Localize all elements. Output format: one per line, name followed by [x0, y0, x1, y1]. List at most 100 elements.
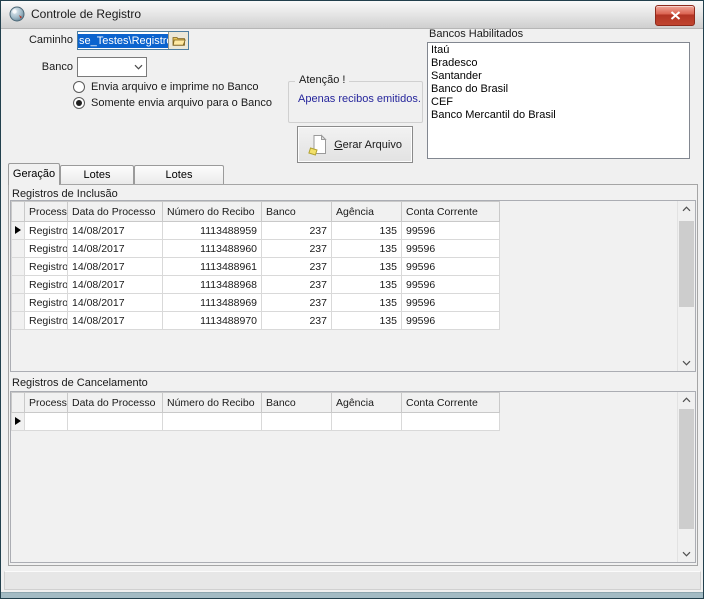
column-header[interactable]: Número do Recibo	[163, 393, 262, 413]
table-row[interactable]	[12, 413, 500, 431]
cell: 14/08/2017	[68, 294, 163, 312]
bank-list-item[interactable]: Santander	[428, 70, 689, 83]
radio-unchecked-icon	[73, 81, 85, 93]
bank-list-item[interactable]: Bradesco	[428, 57, 689, 70]
registros-inclusao-label: Registros de Inclusão	[12, 188, 118, 200]
column-header[interactable]: Data do Processo	[68, 393, 163, 413]
column-header[interactable]: Agência	[332, 202, 402, 222]
column-header[interactable]: Conta Corrente	[402, 202, 500, 222]
chevron-down-icon	[130, 64, 146, 70]
title-bar[interactable]: Controle de Registro	[1, 1, 703, 29]
column-header[interactable]: Processo	[25, 393, 68, 413]
row-selector	[12, 312, 25, 330]
gerar-arquivo-label: Gerar Arquivo	[334, 139, 402, 151]
browse-folder-button[interactable]	[168, 32, 188, 49]
cell: 1113488969	[163, 294, 262, 312]
radio-checked-icon	[73, 97, 85, 109]
cancelamento-panel: ProcessoData do ProcessoNúmero do Recibo…	[10, 391, 696, 563]
cancelamento-grid[interactable]: ProcessoData do ProcessoNúmero do Recibo…	[11, 392, 500, 431]
column-header[interactable]: Número do Recibo	[163, 202, 262, 222]
scrollbar-thumb[interactable]	[679, 221, 694, 307]
bancos-habilitados-label: Bancos Habilitados	[429, 28, 523, 40]
cell: 237	[262, 294, 332, 312]
radio-envia-imprime[interactable]: Envia arquivo e imprime no Banco	[73, 80, 259, 94]
cancelamento-scrollbar[interactable]	[677, 392, 695, 562]
column-header[interactable]: Banco	[262, 202, 332, 222]
cell: 135	[332, 276, 402, 294]
radio-somente-envia[interactable]: Somente envia arquivo para o Banco	[73, 96, 272, 110]
tab-geracao[interactable]: Geração	[8, 163, 60, 185]
column-header[interactable]: Processo	[25, 202, 68, 222]
scroll-down-icon[interactable]	[678, 546, 695, 562]
cell: 135	[332, 294, 402, 312]
atencao-caption: Atenção !	[295, 74, 349, 86]
scroll-up-icon[interactable]	[678, 392, 695, 408]
tab-lotes-cancelados[interactable]: Lotes Cancelados	[134, 165, 224, 185]
table-row[interactable]: Registro14/08/2017111348897023713599596	[12, 312, 500, 330]
cell	[25, 413, 68, 431]
scroll-down-icon[interactable]	[678, 355, 695, 371]
banco-label: Banco	[1, 61, 73, 73]
cell: 99596	[402, 294, 500, 312]
cell: Registro	[25, 222, 68, 240]
bank-list-item[interactable]: Banco do Brasil	[428, 83, 689, 96]
bank-list-item[interactable]: CEF	[428, 96, 689, 109]
cell	[68, 413, 163, 431]
row-selector	[12, 258, 25, 276]
cell: 14/08/2017	[68, 222, 163, 240]
table-row[interactable]: Registro14/08/2017111348895923713599596	[12, 222, 500, 240]
scroll-up-icon[interactable]	[678, 201, 695, 217]
table-row[interactable]: Registro14/08/2017111348896823713599596	[12, 276, 500, 294]
close-icon	[670, 11, 681, 20]
cell	[332, 413, 402, 431]
tab-lotes-gerados[interactable]: Lotes Gerados	[60, 165, 134, 185]
cell	[262, 413, 332, 431]
cell: 1113488968	[163, 276, 262, 294]
radio-envia-imprime-label: Envia arquivo e imprime no Banco	[91, 81, 259, 93]
table-row[interactable]: Registro14/08/2017111348896923713599596	[12, 294, 500, 312]
inclusao-grid[interactable]: ProcessoData do ProcessoNúmero do Recibo…	[11, 201, 500, 330]
cell: 237	[262, 276, 332, 294]
caminho-value: se_Testes\Registro	[78, 34, 168, 48]
cell: 99596	[402, 240, 500, 258]
row-selector	[12, 276, 25, 294]
file-export-icon	[308, 134, 328, 156]
column-header[interactable]: Conta Corrente	[402, 393, 500, 413]
cell: 135	[332, 312, 402, 330]
radio-somente-envia-label: Somente envia arquivo para o Banco	[91, 97, 272, 109]
cell	[402, 413, 500, 431]
cell: Registro	[25, 276, 68, 294]
scrollbar-thumb[interactable]	[679, 409, 694, 529]
atencao-groupbox: Atenção ! Apenas recibos emitidos.	[288, 81, 423, 123]
cell: 135	[332, 222, 402, 240]
cell: Registro	[25, 312, 68, 330]
cell: 99596	[402, 258, 500, 276]
gerar-arquivo-button[interactable]: Gerar Arquivo	[297, 126, 413, 163]
column-header[interactable]: Agência	[332, 393, 402, 413]
inclusao-scrollbar[interactable]	[677, 201, 695, 371]
cell: 1113488970	[163, 312, 262, 330]
close-button[interactable]	[655, 5, 695, 26]
window-bottom-border	[1, 592, 703, 598]
column-header[interactable]: Data do Processo	[68, 202, 163, 222]
cell: Registro	[25, 294, 68, 312]
table-row[interactable]: Registro14/08/2017111348896023713599596	[12, 240, 500, 258]
bancos-habilitados-listbox[interactable]: ItaúBradescoSantanderBanco do BrasilCEFB…	[427, 42, 690, 159]
bank-list-item[interactable]: Banco Mercantil do Brasil	[428, 109, 689, 122]
table-row[interactable]: Registro14/08/2017111348896123713599596	[12, 258, 500, 276]
cell: 237	[262, 258, 332, 276]
cell: 99596	[402, 312, 500, 330]
cell: Registro	[25, 258, 68, 276]
cell: 1113488961	[163, 258, 262, 276]
caminho-input[interactable]: se_Testes\Registro	[77, 31, 189, 50]
cell: 99596	[402, 222, 500, 240]
column-header[interactable]: Banco	[262, 393, 332, 413]
cell: 14/08/2017	[68, 258, 163, 276]
inclusao-panel: ProcessoData do ProcessoNúmero do Recibo…	[10, 200, 696, 372]
bank-list-item[interactable]: Itaú	[428, 44, 689, 57]
cell: 237	[262, 312, 332, 330]
current-row-indicator	[12, 222, 25, 240]
banco-select[interactable]	[77, 57, 147, 77]
cell: 14/08/2017	[68, 276, 163, 294]
cell: 14/08/2017	[68, 240, 163, 258]
